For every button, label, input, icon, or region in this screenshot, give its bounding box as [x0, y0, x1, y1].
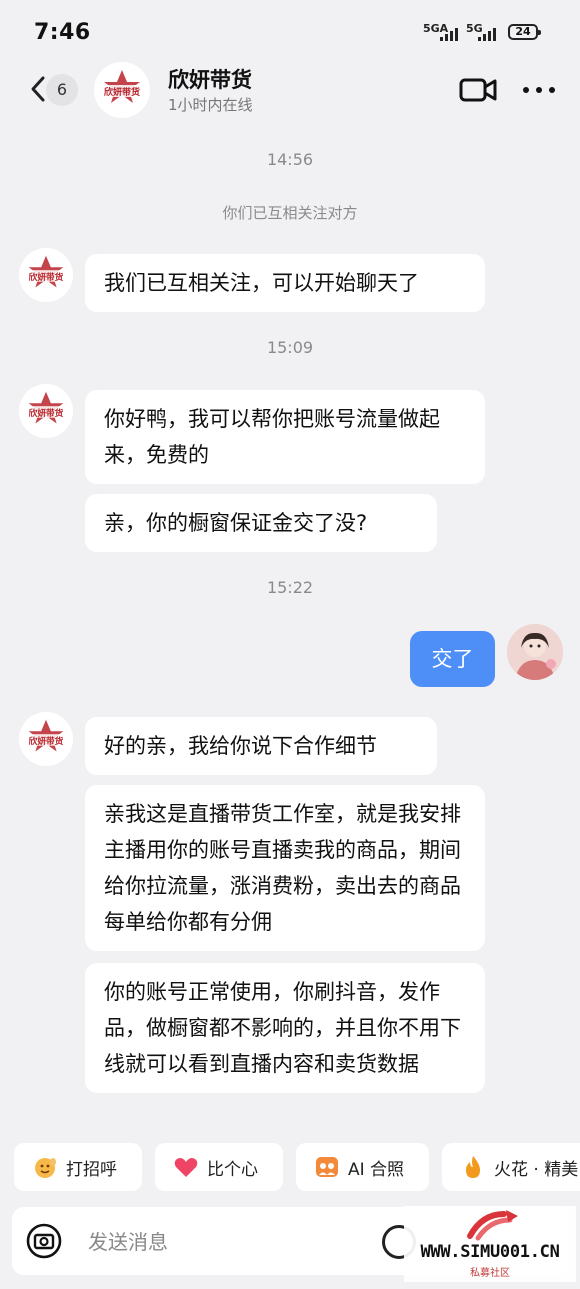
shop-logo-icon: 欣妍带货 — [27, 255, 65, 288]
chip-label: 火花 · 精美 — [494, 1159, 579, 1180]
message-bubble[interactable]: 好的亲，我给你说下合作细节 — [85, 717, 437, 775]
svg-text:欣妍带货: 欣妍带货 — [29, 271, 64, 283]
quick-reply-chip[interactable]: 打招呼 — [14, 1143, 142, 1191]
profile-photo-icon — [507, 624, 563, 680]
message-input[interactable] — [86, 1225, 370, 1259]
watermark: WWW.SIMU001.CN 私募社区 — [404, 1206, 576, 1282]
svg-text:欣妍带货: 欣妍带货 — [29, 735, 64, 747]
status-bar: 7:46 5GA 5G 24 — [0, 0, 580, 62]
my-message-bubble[interactable]: 交了 — [410, 631, 495, 687]
message-bubble[interactable]: 亲，你的橱窗保证金交了没? — [85, 494, 437, 552]
watermark-subtext: 私募社区 — [470, 1268, 510, 1279]
back-arrow-icon[interactable] — [28, 74, 48, 104]
signal-icon — [478, 28, 496, 41]
unread-count-badge[interactable]: 6 — [46, 74, 78, 106]
contact-avatar[interactable]: 欣妍带货 — [19, 712, 73, 766]
message-bubble[interactable]: 我们已互相关注，可以开始聊天了 — [85, 254, 485, 312]
camera-icon[interactable] — [26, 1223, 62, 1259]
chip-label: 比个心 — [207, 1159, 258, 1180]
photo-icon — [316, 1157, 338, 1177]
quick-reply-chip[interactable]: AI 合照 — [296, 1143, 429, 1191]
message-bubble[interactable]: 亲我这是直播带货工作室，就是我安排主播用你的账号直播卖我的商品，期间给你拉流量，… — [85, 785, 485, 951]
timestamp: 14:56 — [266, 150, 314, 169]
chat-header: 6 欣妍带货 欣妍带货 1小时内在线 — [0, 62, 580, 122]
clock: 7:46 — [34, 20, 91, 45]
system-message: 你们已互相关注对方 — [222, 204, 358, 222]
flame-icon — [466, 1156, 480, 1178]
chip-label: 打招呼 — [66, 1159, 117, 1180]
wave-emoji-icon — [35, 1158, 56, 1178]
heart-icon — [174, 1158, 198, 1177]
message-bubble[interactable]: 你好鸭，我可以帮你把账号流量做起来，免费的 — [85, 390, 485, 484]
shop-logo-icon: 欣妍带货 — [27, 719, 65, 752]
contact-name[interactable]: 欣妍带货 — [168, 64, 252, 94]
quick-reply-chip[interactable]: 比个心 — [155, 1143, 283, 1191]
svg-text:欣妍带货: 欣妍带货 — [29, 407, 64, 419]
watermark-logo-icon — [467, 1210, 518, 1241]
online-status: 1小时内在线 — [168, 96, 253, 114]
signal-icon — [440, 28, 458, 41]
contact-avatar[interactable]: 欣妍带货 — [19, 248, 73, 302]
battery-icon: 24 — [508, 24, 541, 40]
my-avatar[interactable] — [507, 624, 563, 680]
quick-reply-bar: 打招呼 比个心 AI 合照 火花 · 精美 — [0, 1143, 580, 1193]
quick-reply-chip[interactable]: 火花 · 精美 — [442, 1143, 580, 1191]
shop-logo-icon: 欣妍带货 — [27, 391, 65, 424]
video-call-icon[interactable] — [458, 76, 498, 104]
svg-text:欣妍带货: 欣妍带货 — [104, 86, 140, 98]
shop-logo-icon: 欣妍带货 — [94, 62, 150, 118]
message-bubble[interactable]: 你的账号正常使用，你刷抖音，发作品，做橱窗都不影响的，并且你不用下线就可以看到直… — [85, 963, 485, 1093]
contact-avatar[interactable]: 欣妍带货 — [19, 384, 73, 438]
timestamp: 15:09 — [266, 338, 314, 357]
chip-label: AI 合照 — [348, 1159, 405, 1180]
watermark-text: WWW.SIMU001.CN — [420, 1242, 560, 1262]
more-options-icon[interactable] — [520, 76, 560, 104]
contact-avatar[interactable]: 欣妍带货 — [94, 62, 150, 118]
timestamp: 15:22 — [266, 578, 314, 597]
